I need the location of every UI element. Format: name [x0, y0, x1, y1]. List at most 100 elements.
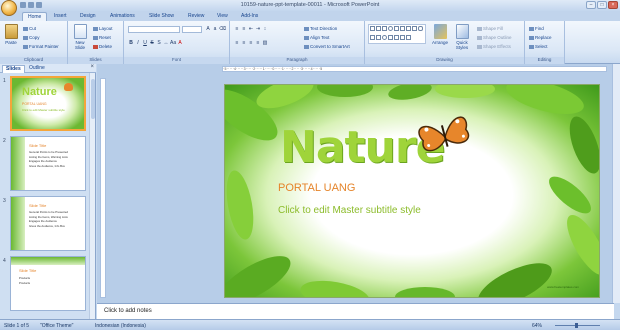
subtitle-placeholder[interactable]: Click to edit Master subtitle style [278, 205, 421, 216]
rounded-rect-shape-icon[interactable] [418, 26, 423, 31]
shrink-font-icon[interactable]: a [212, 26, 218, 32]
slide-canvas[interactable]: Nature PORTAL UANG Click to edit Master … [224, 84, 600, 298]
tab-review[interactable]: Review [188, 13, 204, 19]
shadow-icon[interactable]: S [156, 40, 162, 46]
clear-format-icon[interactable]: ⌫ [219, 26, 226, 32]
cut-button[interactable]: Cut [23, 26, 36, 31]
minimize-button[interactable]: – [586, 1, 596, 9]
tab-outline[interactable]: Outline [29, 65, 45, 71]
convert-smartart-button[interactable]: Convert to SmartArt [304, 44, 350, 49]
drawing-group: Arrange Quick Styles Shape Fill Shape Ou… [365, 21, 525, 64]
align-buttons: ≡ ≡ ≡ ≡ ▥ [234, 40, 268, 46]
justify-icon[interactable]: ≡ [255, 40, 261, 46]
triangle-shape-icon[interactable] [394, 26, 399, 31]
editor-scrollbar[interactable] [612, 64, 620, 303]
circle-shape-icon[interactable] [382, 34, 387, 40]
replace-button[interactable]: Replace [529, 35, 552, 40]
reset-button[interactable]: Reset [93, 35, 111, 40]
more-shapes-icon[interactable] [406, 34, 411, 40]
align-text-button[interactable]: Align Text [304, 35, 329, 40]
font-size-combo[interactable] [182, 26, 202, 33]
find-button[interactable]: Find [529, 26, 544, 31]
slide-thumbnail-1[interactable]: Nature PORTAL UANG Click to edit Master … [10, 76, 86, 131]
hexagon-shape-icon[interactable] [376, 34, 381, 40]
font-name-combo[interactable] [128, 26, 180, 33]
scroll-thumb[interactable] [91, 79, 95, 119]
language-status[interactable]: Indonesian (Indonesia) [95, 323, 146, 329]
callout-shape-icon[interactable] [394, 34, 399, 40]
new-slide-icon [73, 24, 87, 39]
pentagon-shape-icon[interactable] [370, 34, 375, 40]
curve-shape-icon[interactable] [400, 26, 405, 31]
slides-pane-scrollbar[interactable] [89, 73, 95, 319]
underline-icon[interactable]: U [142, 40, 148, 46]
tab-slides[interactable]: Slides [2, 65, 25, 73]
thumb-bullets: Products Products [19, 276, 31, 285]
oval-shape-icon[interactable] [388, 26, 393, 31]
rect-shape-icon[interactable] [382, 26, 387, 31]
pane-close-icon[interactable]: × [90, 64, 94, 70]
line-shape-icon[interactable] [370, 26, 375, 31]
text-direction-button[interactable]: Text Direction [304, 26, 337, 31]
tab-add-ins[interactable]: Add-Ins [241, 13, 258, 19]
strikethrough-icon[interactable]: S [149, 40, 155, 46]
spacing-icon[interactable]: ↔ [163, 40, 169, 46]
align-right-icon[interactable]: ≡ [248, 40, 254, 46]
italic-icon[interactable]: I [135, 40, 141, 46]
align-left-icon[interactable]: ≡ [234, 40, 240, 46]
scissors-icon [23, 26, 28, 31]
zoom-slider-knob[interactable] [575, 323, 578, 328]
slide-thumbnail-2[interactable]: Slide Title General Points to be Present… [10, 136, 86, 191]
maximize-button[interactable]: □ [597, 1, 607, 9]
change-case-icon[interactable]: Aa [170, 40, 176, 46]
line-spacing-icon[interactable]: ↕ [262, 26, 268, 32]
numbering-icon[interactable]: ≡ [241, 26, 247, 32]
quick-styles-button[interactable]: Quick Styles [453, 24, 471, 50]
shape-fill-button[interactable]: Shape Fill [477, 26, 503, 31]
slide-thumbnail-4[interactable]: Slide Title Products Products [10, 256, 86, 311]
bullets-icon[interactable]: ≡ [234, 26, 240, 32]
close-button[interactable]: × [608, 1, 618, 9]
select-button[interactable]: Select [529, 44, 548, 49]
format-painter-button[interactable]: Format Painter [23, 44, 59, 49]
copy-button[interactable]: Copy [23, 35, 40, 40]
font-color-icon[interactable]: A [177, 40, 183, 46]
window-title: 10159-nature-ppt-template-00011 - Micros… [240, 2, 380, 8]
new-slide-button[interactable]: New Slide [71, 24, 89, 50]
notes-pane[interactable]: Click to add notes [97, 303, 614, 319]
columns-icon[interactable]: ▥ [262, 40, 268, 46]
office-button[interactable] [1, 0, 17, 16]
arrange-button[interactable]: Arrange [431, 24, 449, 45]
tab-view[interactable]: View [217, 13, 228, 19]
tab-design[interactable]: Design [80, 13, 96, 19]
editing-group: Find Replace Select Editing [525, 21, 565, 64]
delete-button[interactable]: Delete [93, 44, 112, 49]
zoom-level[interactable]: 64% [532, 323, 542, 329]
tab-insert[interactable]: Insert [54, 13, 67, 19]
thumb-title: Slide Title [29, 203, 47, 208]
align-center-icon[interactable]: ≡ [241, 40, 247, 46]
tab-animations[interactable]: Animations [110, 13, 135, 19]
block-arrow-shape-icon[interactable] [388, 34, 393, 40]
arrow-shape-icon[interactable] [376, 26, 381, 31]
paste-button[interactable]: Paste [2, 24, 20, 45]
decrease-indent-icon[interactable]: ⇤ [248, 26, 254, 32]
slide-subtitle[interactable]: PORTAL UANG [278, 182, 355, 194]
grow-font-icon[interactable]: A [205, 26, 211, 32]
tab-home[interactable]: Home [22, 12, 48, 21]
thumb-leaf-edge [11, 137, 25, 190]
star-shape-icon[interactable] [412, 26, 417, 31]
list-buttons: ≡ ≡ ⇤ ⇥ ↕ [234, 26, 268, 32]
tab-slide-show[interactable]: Slide Show [149, 13, 174, 19]
shapes-gallery[interactable] [368, 24, 426, 44]
bold-icon[interactable]: B [128, 40, 134, 46]
increase-indent-icon[interactable]: ⇥ [255, 26, 261, 32]
shape-outline-button[interactable]: Shape Outline [477, 35, 512, 40]
slide-thumbnail-3[interactable]: Slide Title General Points to be Present… [10, 196, 86, 251]
layout-button[interactable]: Layout [93, 26, 113, 31]
brace-shape-icon[interactable] [406, 26, 411, 31]
window-controls: – □ × [586, 1, 618, 9]
status-bar: Slide 1 of 5 "Office Theme" Indonesian (… [0, 319, 620, 330]
shape-effects-button[interactable]: Shape Effects [477, 44, 511, 49]
cloud-shape-icon[interactable] [400, 34, 405, 40]
